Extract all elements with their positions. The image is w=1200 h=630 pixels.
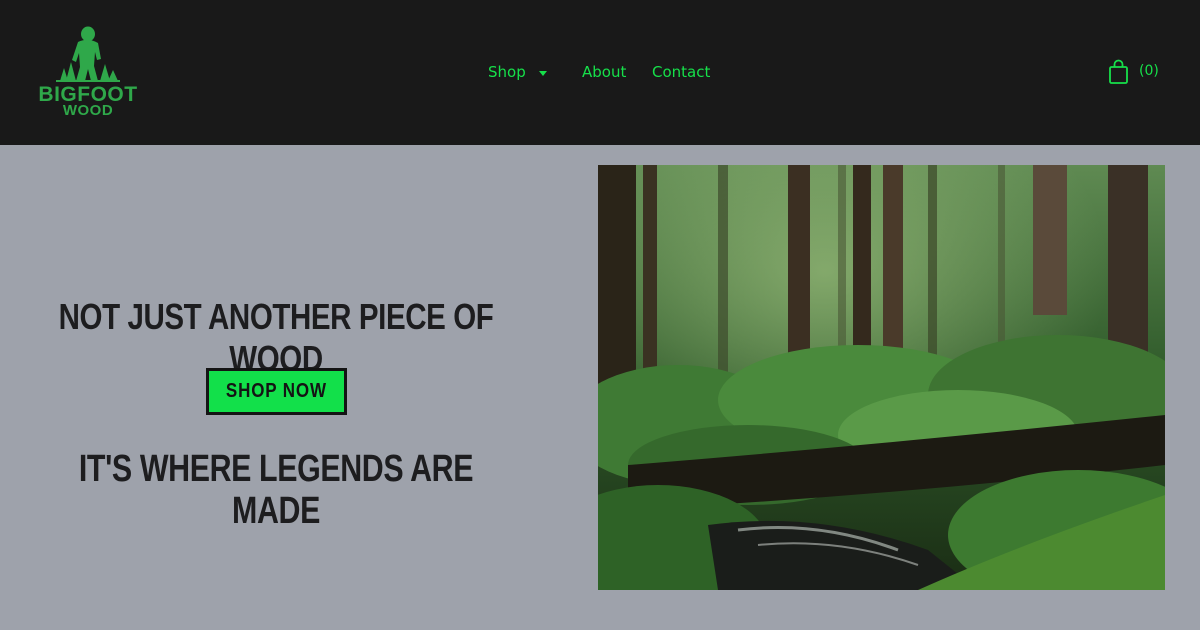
forest-photo [598, 165, 1165, 590]
cart-button[interactable]: (0) [1108, 59, 1168, 85]
site-header: BIGFOOT WOOD Shop About Contact (0) [0, 0, 1200, 145]
shopping-bag-icon [1109, 59, 1128, 84]
shop-now-label: SHOP NOW [226, 380, 327, 402]
main-nav: Shop About Contact [0, 63, 1200, 83]
shop-now-button[interactable]: SHOP NOW [206, 368, 347, 415]
forest-illustration [598, 165, 1165, 590]
nav-shop-link[interactable]: Shop [488, 63, 526, 81]
nav-contact-link[interactable]: Contact [652, 63, 710, 81]
chevron-down-icon[interactable] [538, 68, 548, 78]
hero-tagline: IT'S WHERE LEGENDS ARE MADE [78, 448, 474, 532]
nav-about-link[interactable]: About [582, 63, 626, 81]
logo-text-wood: WOOD [62, 102, 114, 119]
cart-count: (0) [1139, 63, 1159, 79]
